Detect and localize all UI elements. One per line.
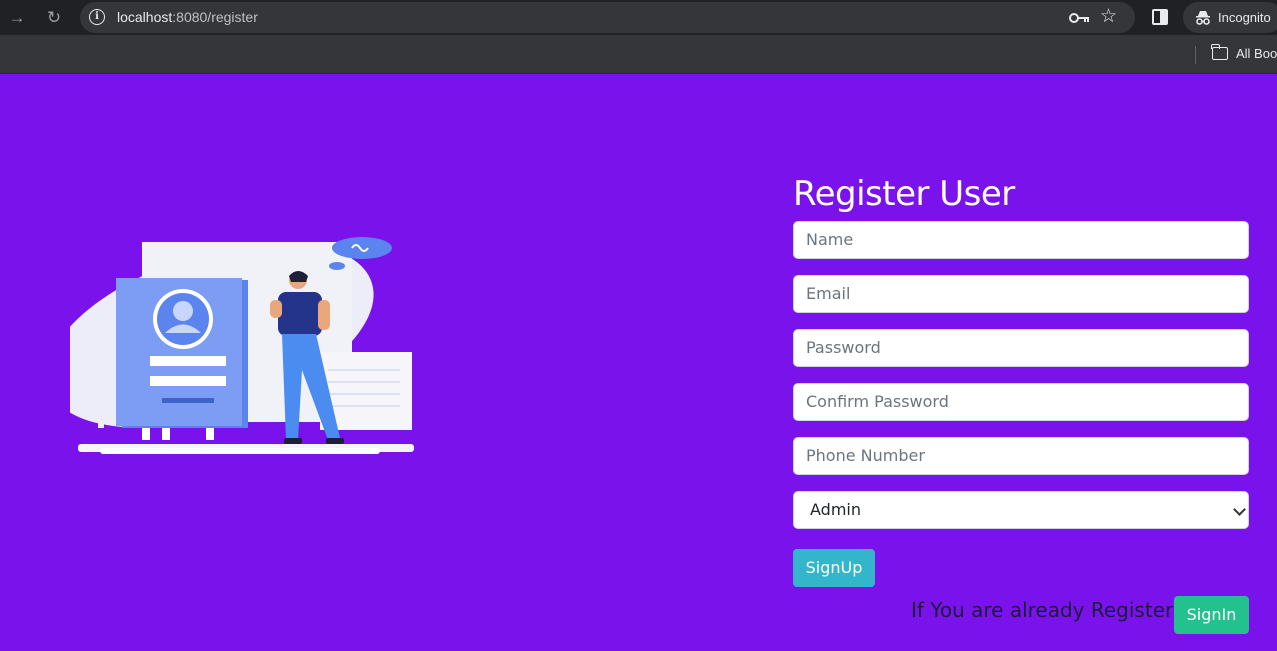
confirm-password-field[interactable]: Confirm Password: [793, 383, 1249, 421]
url-text[interactable]: localhost:8080/register: [117, 9, 258, 25]
already-registered-text: If You are already Register: [911, 598, 1174, 622]
address-bar[interactable]: i localhost:8080/register ☆: [80, 2, 1135, 33]
incognito-label: Incognito: [1218, 10, 1271, 25]
folder-icon[interactable]: [1211, 44, 1228, 60]
phone-number-field[interactable]: Phone Number: [793, 437, 1249, 475]
bookmarks-separator: [1195, 46, 1196, 64]
email-field[interactable]: Email: [793, 275, 1249, 313]
name-field[interactable]: Name: [793, 221, 1249, 259]
password-placeholder: Password: [806, 338, 881, 357]
incognito-icon: [1196, 11, 1210, 25]
role-selected-value: Admin: [810, 500, 861, 519]
reload-icon[interactable]: ↻: [43, 7, 65, 29]
password-field[interactable]: Password: [793, 329, 1249, 367]
register-illustration: [70, 237, 414, 454]
bookmarks-bar: All Book: [0, 35, 1277, 74]
browser-toolbar: → ↻ i localhost:8080/register ☆ Incognit…: [0, 0, 1277, 35]
chevron-down-icon: [1233, 503, 1246, 516]
signup-button[interactable]: SignUp: [793, 549, 875, 587]
signin-button[interactable]: SignIn: [1174, 596, 1249, 634]
role-select[interactable]: Admin: [793, 491, 1249, 529]
password-key-icon[interactable]: [1069, 11, 1091, 25]
site-info-icon[interactable]: i: [89, 9, 105, 25]
side-panel-icon[interactable]: [1152, 9, 1168, 25]
phone-placeholder: Phone Number: [806, 446, 925, 465]
url-path: :8080/register: [172, 9, 258, 25]
confirm-password-placeholder: Confirm Password: [806, 392, 949, 411]
name-placeholder: Name: [806, 230, 854, 249]
bookmark-star-icon[interactable]: ☆: [1100, 6, 1117, 28]
form-title: Register User: [793, 174, 1015, 214]
forward-icon[interactable]: →: [6, 7, 28, 29]
incognito-indicator[interactable]: Incognito: [1183, 2, 1277, 33]
all-bookmarks-label[interactable]: All Book: [1236, 46, 1277, 61]
email-placeholder: Email: [806, 284, 851, 303]
url-host: localhost: [117, 9, 173, 25]
